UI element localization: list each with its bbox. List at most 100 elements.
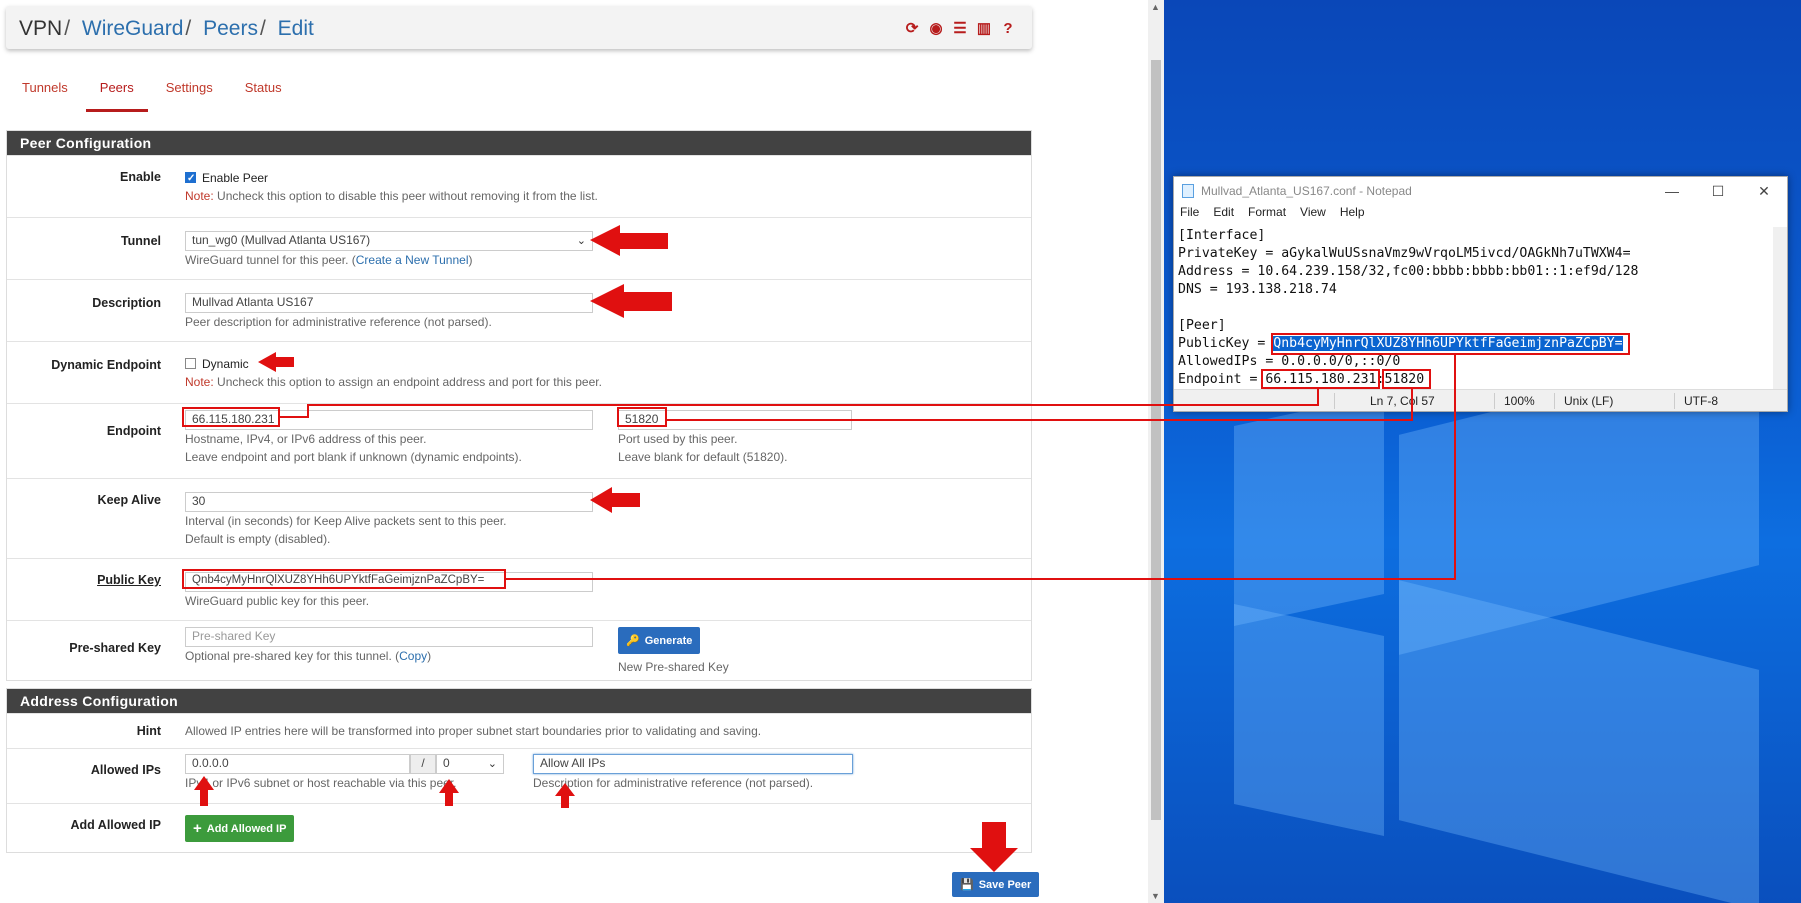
scroll-thumb[interactable] [1151,60,1161,820]
generate-button-label: Generate [644,634,693,647]
status-divider [1494,393,1495,409]
tunnel-field: tun_wg0 (Mullvad Atlanta US167) ⌄ WireGua… [185,231,593,269]
allowed-ip-group: 0.0.0.0 / 0 ⌄ [185,754,504,774]
psk-help-text: Optional pre-shared key for this tunnel.… [185,649,400,663]
endpoint-prefix: Endpoint = [1178,372,1266,387]
maximize-icon[interactable]: ☐ [1695,177,1741,205]
allowed-ip-description-input[interactable]: Allow All IPs [533,754,853,774]
keepalive-help-1: Interval (in seconds) for Keep Alive pac… [185,514,507,528]
port-help-2: Leave blank for default (51820). [618,450,788,464]
save-peer-label: Save Peer [978,878,1032,891]
psk-input[interactable]: Pre-shared Key [185,627,593,647]
keepalive-input[interactable]: 30 [185,492,593,512]
tab-bar: Tunnels Peers Settings Status [6,70,298,112]
menu-help[interactable]: Help [1340,205,1365,225]
pubkey-selection: Qnb4cyMyHnrQlXUZ8YHh6UPYktfFaGeimjznPaZC… [1273,336,1623,351]
address-config-panel: Address Configuration Hint Allowed IP en… [6,688,1032,853]
scroll-up-icon[interactable]: ▲ [1151,2,1160,12]
enable-field: Enable Peer Note: Uncheck this option to… [185,169,598,205]
psk-help-end: ) [427,649,432,663]
copy-link[interactable]: Copy [399,649,427,663]
add-allowed-field: + Add Allowed IP [185,815,295,842]
breadcrumb-wireguard[interactable]: WireGuard [82,17,184,40]
menu-view[interactable]: View [1300,205,1326,225]
row-psk: Pre-shared Key Pre-shared Key Optional p… [7,620,1031,682]
dynamic-checkbox-label: Dynamic [202,357,249,371]
create-tunnel-link[interactable]: Create a New Tunnel [356,253,469,267]
add-allowed-ip-label: Add Allowed IP [206,822,287,835]
dynamic-checkbox-row[interactable]: Dynamic [185,355,602,373]
menu-edit[interactable]: Edit [1213,205,1234,225]
description-field: Mullvad Atlanta US167 Peer description f… [185,293,593,331]
status-eol: Unix (LF) [1564,394,1614,408]
text-line: Address = 10.64.239.158/32,fc00:bbbb:bbb… [1178,264,1639,279]
public-key-field: Qnb4cyMyHnrQlXUZ8YHh6UPYktfFaGeimjznPaZC… [185,572,593,610]
breadcrumb-sep: / [185,17,192,40]
reload-icon[interactable]: ⟳ [902,18,922,38]
keepalive-label: Keep Alive [97,493,161,507]
mask-select[interactable]: 0 ⌄ [436,754,504,774]
enable-checkbox[interactable] [185,170,196,188]
menu-format[interactable]: Format [1248,205,1286,225]
endpoint-label: Endpoint [106,424,161,438]
mask-value: 0 [443,756,450,770]
notepad-scrollbar[interactable] [1773,227,1787,389]
allowed-ip-input[interactable]: 0.0.0.0 [185,754,410,774]
text-line: Endpoint = 66.115.180.231:51820 [1178,371,1639,389]
text-line: [Interface] [1178,228,1266,243]
breadcrumb-peers[interactable]: Peers [203,17,258,40]
allowed-desc-field: Allow All IPs Description for administra… [533,754,853,792]
status-position: Ln 7, Col 57 [1370,394,1435,408]
row-public-key: Public Key Qnb4cyMyHnrQlXUZ8YHh6UPYktfFa… [7,558,1031,620]
row-allowed-ips: Allowed IPs 0.0.0.0 / 0 ⌄ IPv4 or IPv6 su… [7,748,1031,803]
notepad-statusbar: Ln 7, Col 57 100% Unix (LF) UTF-8 [1174,389,1787,411]
public-key-input[interactable]: Qnb4cyMyHnrQlXUZ8YHh6UPYktfFaGeimjznPaZC… [185,572,593,592]
tab-peers[interactable]: Peers [84,70,150,112]
enable-note: Note: Uncheck this option to disable thi… [185,187,598,205]
wallpaper-pane [1399,580,1759,903]
description-input[interactable]: Mullvad Atlanta US167 [185,293,593,313]
save-peer-button[interactable]: 💾 Save Peer [952,872,1040,897]
tab-status[interactable]: Status [229,70,298,112]
page-scrollbar[interactable]: ▲ ▼ [1148,0,1164,903]
tunnel-select[interactable]: tun_wg0 (Mullvad Atlanta US167) ⌄ [185,231,593,251]
keepalive-help-2: Default is empty (disabled). [185,532,331,546]
settings-sliders-icon[interactable]: ☰ [950,18,970,38]
dynamic-checkbox[interactable] [185,358,196,369]
enable-checkbox-row[interactable]: Enable Peer [185,169,598,188]
text-line: DNS = 193.138.218.74 [1178,282,1337,297]
scroll-down-icon[interactable]: ▼ [1151,891,1160,901]
add-allowed-ip-button[interactable]: + Add Allowed IP [185,815,295,842]
breadcrumb-root: VPN [19,17,63,40]
menu-file[interactable]: File [1180,205,1199,225]
allowed-ip-help: IPv4 or IPv6 subnet or host reachable vi… [185,776,457,790]
tab-tunnels[interactable]: Tunnels [6,70,84,112]
endpoint-input[interactable]: 66.115.180.231 [185,410,593,430]
breadcrumb-edit[interactable]: Edit [278,17,314,40]
row-dynamic: Dynamic Endpoint Dynamic Note: Uncheck t… [7,341,1031,403]
plus-icon: + [193,820,202,837]
note-prefix: Note: [185,189,214,203]
endpoint-port-input[interactable]: 51820 [618,410,852,430]
generate-button[interactable]: 🔑 Generate [618,627,701,654]
row-enable: Enable Enable Peer Note: Uncheck this op… [7,155,1031,217]
endpoint-help-1: Hostname, IPv4, or IPv6 address of this … [185,432,427,446]
psk-help: Optional pre-shared key for this tunnel.… [185,647,593,665]
allowed-ips-label: Allowed IPs [90,763,161,777]
help-icon[interactable]: ? [998,18,1018,38]
notepad-menu: File Edit Format View Help [1174,205,1787,225]
windows-desktop [1164,0,1801,903]
minimize-icon[interactable]: — [1649,177,1695,205]
tunnel-label: Tunnel [120,234,161,248]
notepad-title: Mullvad_Atlanta_US167.conf - Notepad [1201,184,1412,198]
floppy-disk-icon: 💾 [960,879,974,891]
close-icon[interactable]: ✕ [1741,177,1787,205]
endpoint-help-2: Leave endpoint and port blank if unknown… [185,450,522,464]
stop-icon[interactable]: ◉ [926,18,946,38]
chart-icon[interactable]: ▥ [974,18,994,38]
status-zoom: 100% [1504,394,1535,408]
public-key-label[interactable]: Public Key [97,573,161,587]
note-text: Uncheck this option to assign an endpoin… [213,375,602,389]
notepad-text-area[interactable]: [Interface] PrivateKey = aGykalWuUSsnaVmz… [1178,227,1639,389]
tab-settings[interactable]: Settings [150,70,229,112]
